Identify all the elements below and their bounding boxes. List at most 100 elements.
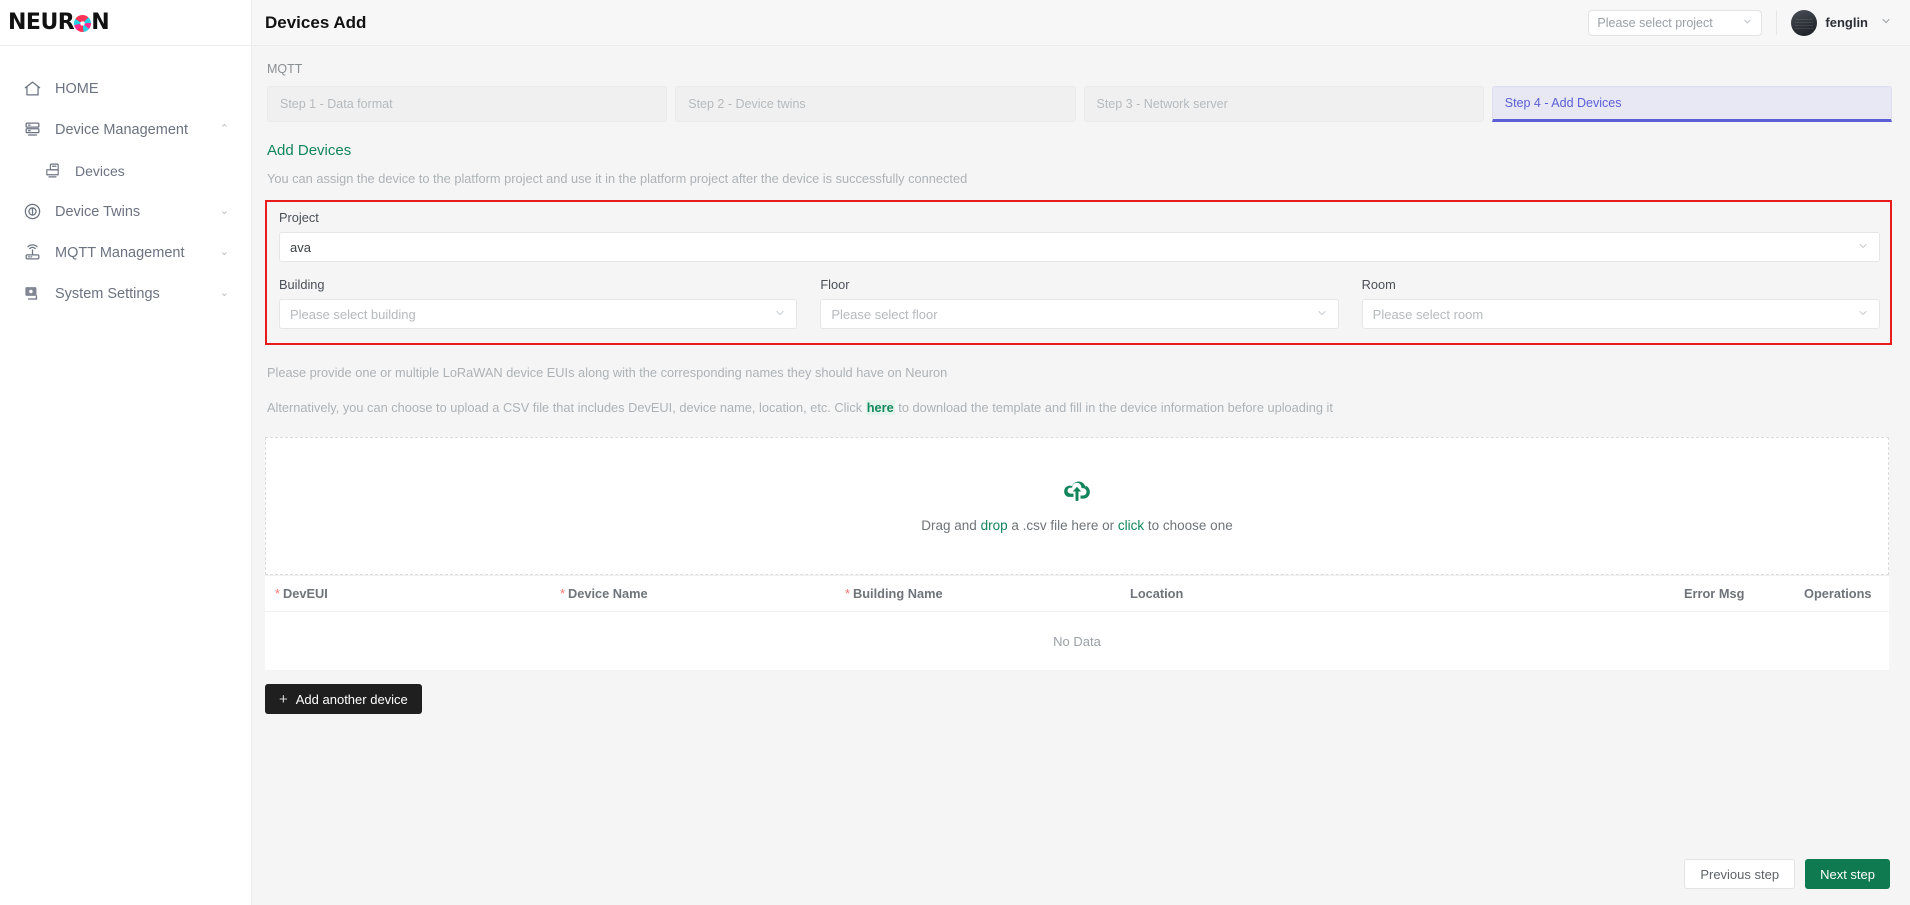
chevron-down-icon [1742,16,1753,30]
tab-step-1-data-format[interactable]: Step 1 - Data format [267,86,668,122]
chevron-down-icon[interactable]: ⌄ [220,288,229,299]
brand-logo[interactable]: NEUR N [0,0,251,46]
sidebar-nav: HOME Device Management ⌃ Devices Device … [0,46,251,314]
tab-step-2-device-twins[interactable]: Step 2 - Device twins [675,86,1076,122]
column-header-building-name: * Building Name [835,586,1120,601]
location-row: Building Please select building Floor Pl… [279,277,1880,329]
column-header-deveui: * DevEUI [265,586,550,601]
tab-label: Step 4 - Add Devices [1504,96,1622,110]
floor-dropdown[interactable]: Please select floor [820,299,1339,329]
content-area: MQTT Step 1 - Data format Step 2 - Devic… [252,46,1910,905]
eui-hint: Please provide one or multiple LoRaWAN d… [267,365,948,380]
user-menu[interactable]: fenglin [1791,9,1892,36]
section-description: You can assign the device to the platfor… [267,171,968,186]
home-icon [22,78,43,99]
sidebar-item-system-settings[interactable]: System Settings ⌄ [0,273,251,314]
topbar-right: Please select project fenglin [1588,9,1892,36]
router-signal-icon [22,242,43,263]
sidebar-item-label: Devices [75,162,125,179]
floor-placeholder: Please select floor [831,306,938,322]
tab-step-4-add-devices[interactable]: Step 4 - Add Devices [1491,86,1892,122]
next-step-button[interactable]: Next step [1805,859,1890,889]
breadcrumb: MQTT [267,62,303,76]
dropzone-text-2: a .csv file here or [1007,518,1118,533]
chevron-up-icon[interactable]: ⌃ [220,124,229,135]
chevron-down-icon [774,307,786,322]
no-data-text: No Data [1053,633,1101,649]
page-title: Devices Add [265,12,367,32]
project-label: Project [279,210,319,225]
sidebar-item-mqtt-management[interactable]: MQTT Management ⌄ [0,232,251,273]
sidebar-item-device-management[interactable]: Device Management ⌃ [0,109,251,150]
building-dropdown[interactable]: Please select building [279,299,798,329]
logo-text-n: N [91,10,110,35]
chevron-down-icon[interactable]: ⌄ [220,247,229,258]
chevron-down-icon [1857,240,1869,255]
column-label: Error Msg [1684,586,1745,601]
dropzone-text-3: to choose one [1144,518,1233,533]
chevron-down-icon[interactable]: ⌄ [220,206,229,217]
column-header-error-msg: Error Msg [1674,586,1794,601]
avatar [1791,9,1818,36]
project-dropdown[interactable]: ava [279,232,1880,262]
column-label: Operations [1804,586,1872,601]
previous-step-button[interactable]: Previous step [1684,859,1796,889]
column-label: DevEUI [282,586,328,601]
logo-text-neur: NEUR [8,10,75,35]
building-field: Building Please select building [279,277,798,329]
location-form-highlighted: Project ava Building Please select build… [265,200,1892,345]
project-select[interactable]: Please select project [1588,9,1763,36]
sidebar-item-label: Device Management [55,121,188,138]
room-field: Room Please select room [1361,277,1880,329]
column-label: Device Name [567,586,648,601]
room-dropdown[interactable]: Please select room [1361,299,1880,329]
sidebar-item-label: System Settings [55,285,160,302]
monitor-gear-icon [22,283,43,304]
column-label: Building Name [852,586,943,601]
twins-circle-icon [22,201,43,222]
step-tabs: Step 1 - Data format Step 2 - Device twi… [262,86,1892,122]
neuron-wordmark: NEUR N [8,10,110,35]
csv-dropzone[interactable]: Drag and drop a .csv file here or click … [265,437,1889,575]
sidebar-item-label: Device Twins [55,203,141,220]
required-mark: * [560,586,565,601]
project-field: Project ava [279,210,1880,262]
user-name: fenglin [1825,15,1868,30]
server-rack-icon [22,119,43,140]
topbar-divider [1776,10,1778,35]
column-header-location: Location [1120,586,1674,601]
plus-icon: + [279,690,288,708]
column-header-operations: Operations [1794,586,1889,601]
project-value: ava [290,239,311,255]
column-label: Location [1130,586,1184,601]
sidebar-item-device-twins[interactable]: Device Twins ⌄ [0,191,251,232]
dropzone-drop-link[interactable]: drop [981,518,1008,533]
floor-field: Floor Please select floor [820,277,1339,329]
building-placeholder: Please select building [290,306,416,322]
sidebar: NEUR N HOME Device Management ⌃ Devices … [0,0,252,905]
csv-hint-before: Alternatively, you can choose to upload … [267,400,863,415]
csv-hint: Alternatively, you can choose to upload … [262,380,1892,415]
tab-label: Step 2 - Device twins [688,97,806,111]
chevron-down-icon [1857,307,1869,322]
add-another-device-button[interactable]: + Add another device [265,684,422,714]
column-header-device-name: * Device Name [550,586,835,601]
dropzone-click-link[interactable]: click [1118,518,1144,533]
sidebar-item-home[interactable]: HOME [0,68,251,109]
tab-label: Step 1 - Data format [280,97,393,111]
chevron-down-icon[interactable] [1880,15,1892,30]
table-empty-state: No Data [265,612,1889,670]
required-mark: * [845,586,850,601]
download-template-link[interactable]: here [865,400,895,415]
sidebar-item-devices[interactable]: Devices [0,150,251,191]
floor-label: Floor [820,277,850,292]
main-area: Devices Add Please select project fengli… [252,0,1910,905]
dropzone-text: Drag and drop a .csv file here or click … [921,518,1232,533]
tab-step-3-network-server[interactable]: Step 3 - Network server [1083,86,1484,122]
sidebar-item-label: MQTT Management [55,244,185,261]
cloud-upload-icon [1062,479,1092,508]
device-icon [42,160,63,181]
room-placeholder: Please select room [1372,306,1484,322]
required-mark: * [275,586,280,601]
room-label: Room [1361,277,1396,292]
